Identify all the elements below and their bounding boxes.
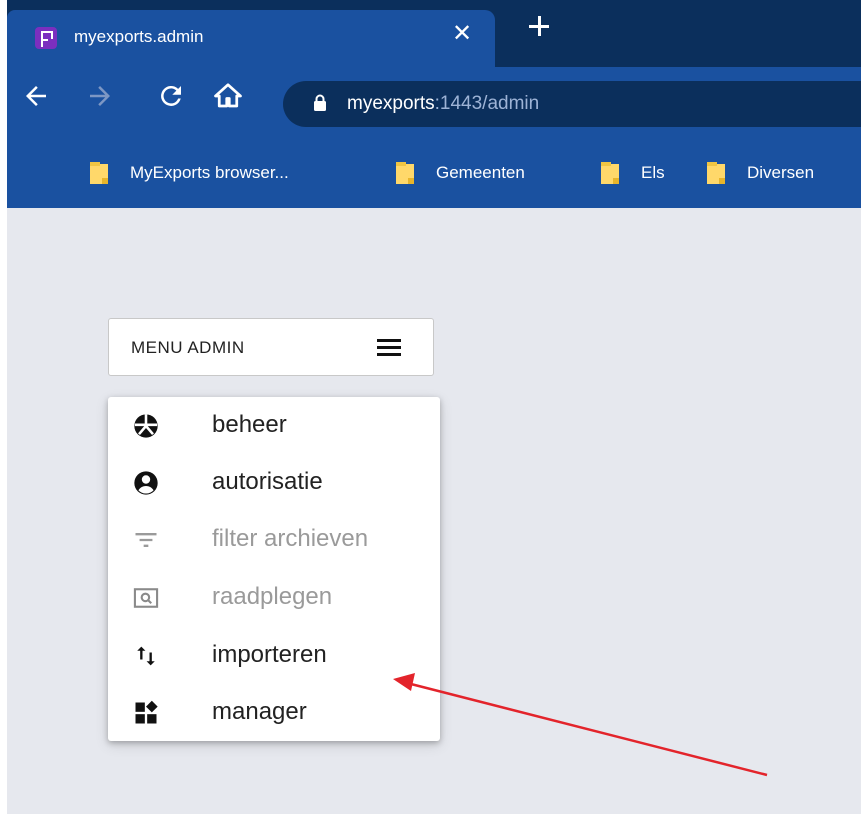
menu-item-autorisatie[interactable]: autorisatie <box>108 454 440 512</box>
bookmark-label: Diversen <box>747 163 815 182</box>
app-favicon-icon <box>35 27 57 49</box>
menu-item-filter-archieven[interactable]: filter archieven <box>108 511 440 569</box>
forward-arrow-icon[interactable] <box>85 81 115 111</box>
new-tab-icon[interactable] <box>529 16 549 36</box>
browser-toolbar: myexports:1443/admin <box>7 67 861 138</box>
import-export-icon <box>137 646 155 666</box>
menu-item-label: raadplegen <box>212 583 333 610</box>
folder-icon <box>90 162 108 184</box>
menu-admin-label: MENU ADMIN <box>131 338 245 357</box>
bookmarks-bar: MyExports browser... Gemeenten Els Diver… <box>7 138 861 208</box>
url-host: myexports <box>347 93 435 114</box>
tab-myexports-admin[interactable]: myexports.admin ✕ <box>7 10 495 67</box>
menu-item-importeren[interactable]: importeren <box>108 627 440 685</box>
home-icon[interactable] <box>213 81 243 111</box>
palette-icon <box>134 414 158 438</box>
bookmark-label: MyExports browser... <box>130 163 289 182</box>
menu-item-label: autorisatie <box>212 468 323 495</box>
tab-strip: myexports.admin ✕ <box>7 0 861 67</box>
bookmark-label: Gemeenten <box>436 163 525 182</box>
folder-icon <box>396 162 414 184</box>
bookmark-myexports-browser[interactable]: MyExports browser... <box>90 160 289 186</box>
menu-item-label: beheer <box>212 411 287 438</box>
menu-item-label: importeren <box>212 641 327 668</box>
page-content: MENU ADMIN beheer autorisatie filter arc… <box>7 208 861 814</box>
reload-icon[interactable] <box>156 81 186 111</box>
browser-window: myexports.admin ✕ myexports:1443/admin M… <box>7 0 861 814</box>
folder-icon <box>707 162 725 184</box>
bookmark-diversen[interactable]: Diversen <box>707 160 814 186</box>
bookmark-els[interactable]: Els <box>601 160 665 186</box>
menu-admin-button[interactable]: MENU ADMIN <box>108 318 434 376</box>
menu-item-manager[interactable]: manager <box>108 684 440 742</box>
admin-dropdown-menu: beheer autorisatie filter archieven raad… <box>108 397 440 741</box>
filter-icon <box>135 533 157 547</box>
menu-item-raadplegen[interactable]: raadplegen <box>108 569 440 627</box>
menu-item-label: manager <box>212 698 307 725</box>
lock-icon[interactable] <box>313 94 327 112</box>
url-path: :1443/admin <box>434 93 540 114</box>
account-circle-icon <box>134 471 158 495</box>
menu-item-beheer[interactable]: beheer <box>108 397 440 455</box>
menu-item-label: filter archieven <box>212 525 369 552</box>
back-arrow-icon[interactable] <box>21 81 51 111</box>
tab-title: myexports.admin <box>74 27 204 46</box>
hamburger-icon <box>377 339 401 356</box>
search-window-icon <box>133 588 159 608</box>
close-tab-icon[interactable]: ✕ <box>452 22 472 46</box>
bookmark-label: Els <box>641 163 665 182</box>
address-bar[interactable]: myexports:1443/admin <box>283 81 861 127</box>
url-text: myexports:1443/admin <box>347 93 539 115</box>
widgets-icon <box>135 700 158 724</box>
bookmark-gemeenten[interactable]: Gemeenten <box>396 160 525 186</box>
folder-icon <box>601 162 619 184</box>
